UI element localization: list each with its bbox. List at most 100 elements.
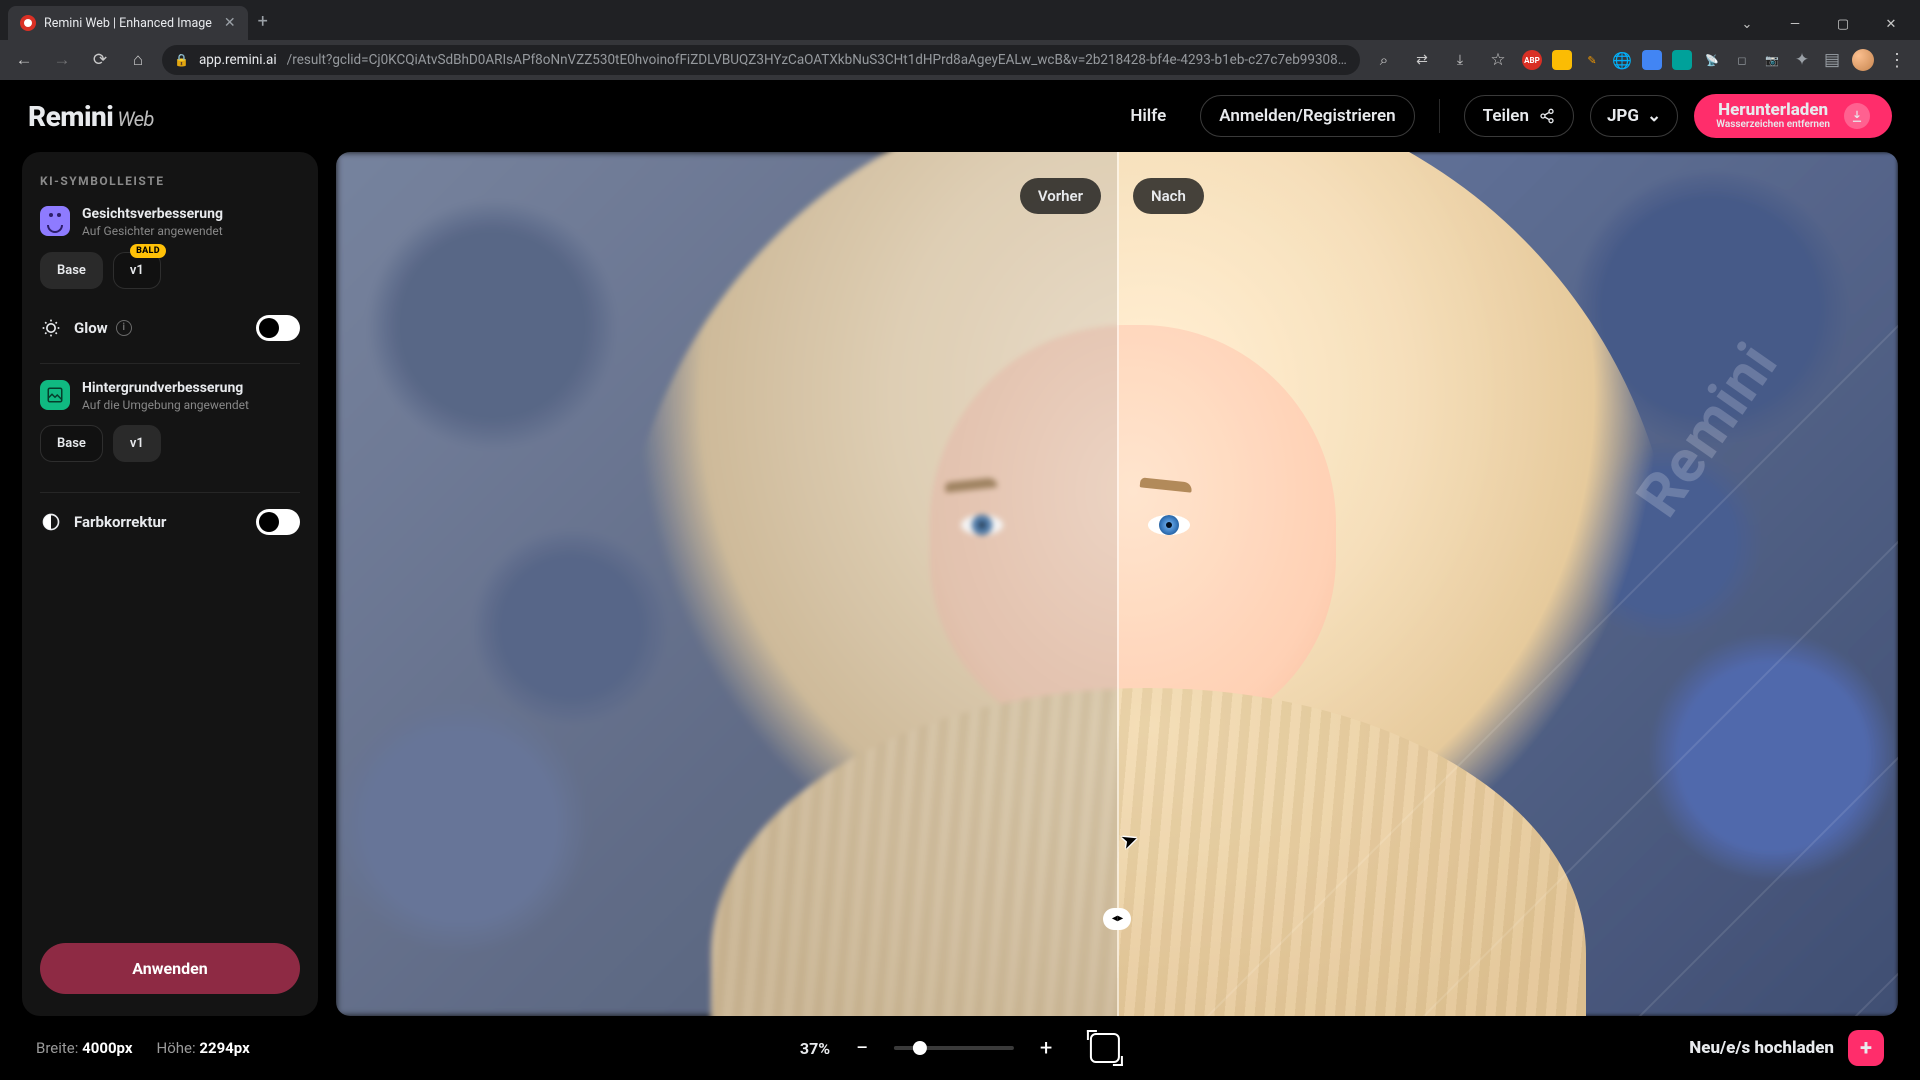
width-value: 4000px [82, 1039, 132, 1057]
bookmark-icon[interactable]: ☆ [1484, 46, 1512, 74]
download-label: Herunterladen [1716, 102, 1830, 120]
browser-chrome: Remini Web | Enhanced Image ✕ + ⌄ — ▢ ✕ … [0, 0, 1920, 80]
nav-back-icon[interactable]: ← [10, 46, 38, 74]
app-root: ReminiWeb Hilfe Anmelden/Registrieren Te… [0, 80, 1920, 1080]
new-tab-button[interactable]: + [248, 3, 278, 40]
face-v1-badge: BALD [130, 244, 166, 258]
sidebar-divider-1 [40, 363, 300, 364]
translate-icon[interactable]: ⇄ [1408, 46, 1436, 74]
extension-icon-2[interactable] [1552, 50, 1572, 70]
window-maximize-icon[interactable]: ▢ [1828, 17, 1858, 32]
extensions-puzzle-icon[interactable]: ✦ [1792, 50, 1812, 70]
glow-toggle[interactable] [256, 315, 300, 341]
window-close-icon[interactable]: ✕ [1876, 17, 1906, 32]
zoom-out-button[interactable]: − [848, 1036, 876, 1061]
zoom-slider[interactable] [894, 1046, 1014, 1050]
app-logo[interactable]: ReminiWeb [28, 100, 154, 133]
fit-screen-button[interactable] [1090, 1033, 1120, 1063]
window-dropdown-icon[interactable]: ⌄ [1732, 17, 1762, 32]
tab-close-icon[interactable]: ✕ [224, 15, 236, 31]
extension-camera-icon[interactable]: 📷 [1762, 50, 1782, 70]
lock-icon: 🔒 [174, 53, 189, 67]
apply-button[interactable]: Anwenden [40, 943, 300, 994]
download-button[interactable]: Herunterladen Wasserzeichen entfernen [1694, 94, 1892, 138]
tool-background-enhancement: Hintergrundverbesserung Auf die Umgebung… [40, 380, 300, 463]
tool-color-correction: Farbkorrektur [40, 509, 300, 535]
glow-label: Glow [74, 319, 108, 337]
share-label: Teilen [1483, 106, 1529, 126]
tab-title: Remini Web | Enhanced Image [44, 16, 212, 31]
split-handle[interactable]: ◂ ▸ [1103, 908, 1131, 930]
address-bar[interactable]: 🔒 app.remini.ai /result?gclid=Cj0KCQiAtv… [162, 45, 1360, 75]
face-version-base[interactable]: Base [40, 252, 103, 289]
zoom-percent: 37% [800, 1039, 830, 1058]
color-correction-label: Farbkorrektur [74, 513, 166, 531]
upload-label: Neu/e/s hochladen [1689, 1038, 1834, 1058]
extension-icon-6[interactable] [1672, 50, 1692, 70]
sidepanel-icon[interactable]: ▤ [1822, 50, 1842, 70]
logo-main: Remini [28, 100, 113, 133]
url-path: /result?gclid=Cj0KCQiAtvSdBhD0ARIsAPf8oN… [287, 52, 1348, 68]
format-label: JPG [1607, 106, 1639, 126]
format-selector[interactable]: JPG ⌄ [1590, 95, 1678, 137]
tool-glow: Glow i [40, 315, 300, 341]
face-version-v1[interactable]: v1 BALD [113, 252, 161, 289]
height-value: 2294px [199, 1039, 249, 1057]
search-icon[interactable]: ⌕ [1370, 46, 1398, 74]
glow-info-icon[interactable]: i [116, 320, 132, 336]
face-subtitle: Auf Gesichter angewendet [82, 224, 223, 240]
face-title: Gesichtsverbesserung [82, 206, 223, 222]
background-title: Hintergrundverbesserung [82, 380, 249, 396]
sidebar-title: KI-SYMBOLLEISTE [40, 174, 300, 188]
tab-bar: Remini Web | Enhanced Image ✕ + ⌄ — ▢ ✕ [0, 0, 1920, 40]
width-label: Breite: 4000px [36, 1039, 133, 1057]
extension-icon-7[interactable]: 📡 [1702, 50, 1722, 70]
extension-icon-8[interactable]: ◻ [1732, 50, 1752, 70]
window-minimize-icon[interactable]: — [1780, 17, 1810, 32]
login-button[interactable]: Anmelden/Registrieren [1200, 95, 1414, 137]
url-domain: app.remini.ai [199, 52, 277, 68]
browser-menu-icon[interactable]: ⋮ [1884, 50, 1910, 71]
app-body: KI-SYMBOLLEISTE Gesichtsverbesserung Auf… [0, 152, 1920, 1016]
face-icon [40, 206, 70, 236]
browser-tab[interactable]: Remini Web | Enhanced Image ✕ [8, 6, 248, 40]
nav-forward-icon[interactable]: → [48, 46, 76, 74]
chevron-down-icon: ⌄ [1647, 106, 1661, 126]
nav-reload-icon[interactable]: ⟳ [86, 46, 114, 74]
glow-icon [40, 317, 62, 339]
bg-version-base[interactable]: Base [40, 425, 103, 462]
profile-avatar[interactable] [1852, 49, 1874, 71]
app-header: ReminiWeb Hilfe Anmelden/Registrieren Te… [0, 80, 1920, 152]
zoom-in-button[interactable]: + [1032, 1036, 1060, 1061]
share-button[interactable]: Teilen [1464, 95, 1574, 137]
bg-version-v1[interactable]: v1 [113, 425, 161, 462]
install-app-icon[interactable]: ⤓ [1446, 46, 1474, 74]
logo-sub: Web [117, 107, 154, 131]
before-label[interactable]: Vorher [1020, 178, 1101, 214]
sidebar-divider-2 [40, 492, 300, 493]
tool-face-enhancement: Gesichtsverbesserung Auf Gesichter angew… [40, 206, 300, 289]
tab-favicon [20, 15, 36, 31]
upload-new-button[interactable]: + [1848, 1030, 1884, 1066]
extension-globe-icon[interactable]: 🌐 [1612, 50, 1632, 70]
sidebar: KI-SYMBOLLEISTE Gesichtsverbesserung Auf… [22, 152, 318, 1016]
extension-icon-3[interactable]: ✎ [1582, 50, 1602, 70]
help-link[interactable]: Hilfe [1112, 96, 1184, 136]
comparison-canvas[interactable]: Remini Vorher Nach ◂ ▸ ➤ [336, 152, 1898, 1016]
browser-toolbar: ← → ⟳ ⌂ 🔒 app.remini.ai /result?gclid=Cj… [0, 40, 1920, 80]
after-label[interactable]: Nach [1133, 178, 1204, 214]
face-v1-label: v1 [130, 263, 144, 278]
app-footer: Breite: 4000px Höhe: 2294px 37% − + Neu/… [0, 1016, 1920, 1080]
background-icon [40, 380, 70, 410]
color-correction-toggle[interactable] [256, 509, 300, 535]
nav-home-icon[interactable]: ⌂ [124, 46, 152, 74]
color-correction-icon [40, 511, 62, 533]
extension-abp-icon[interactable]: ABP [1522, 50, 1542, 70]
height-label: Höhe: 2294px [157, 1039, 250, 1057]
extension-icon-5[interactable] [1642, 50, 1662, 70]
canvas-container: Remini Vorher Nach ◂ ▸ ➤ [336, 152, 1898, 1016]
zoom-slider-thumb[interactable] [913, 1041, 927, 1055]
download-icon [1844, 103, 1870, 129]
extensions-area: ABP ✎ 🌐 📡 ◻ 📷 ✦ ▤ ⋮ [1522, 49, 1910, 71]
download-sublabel: Wasserzeichen entfernen [1716, 120, 1830, 131]
